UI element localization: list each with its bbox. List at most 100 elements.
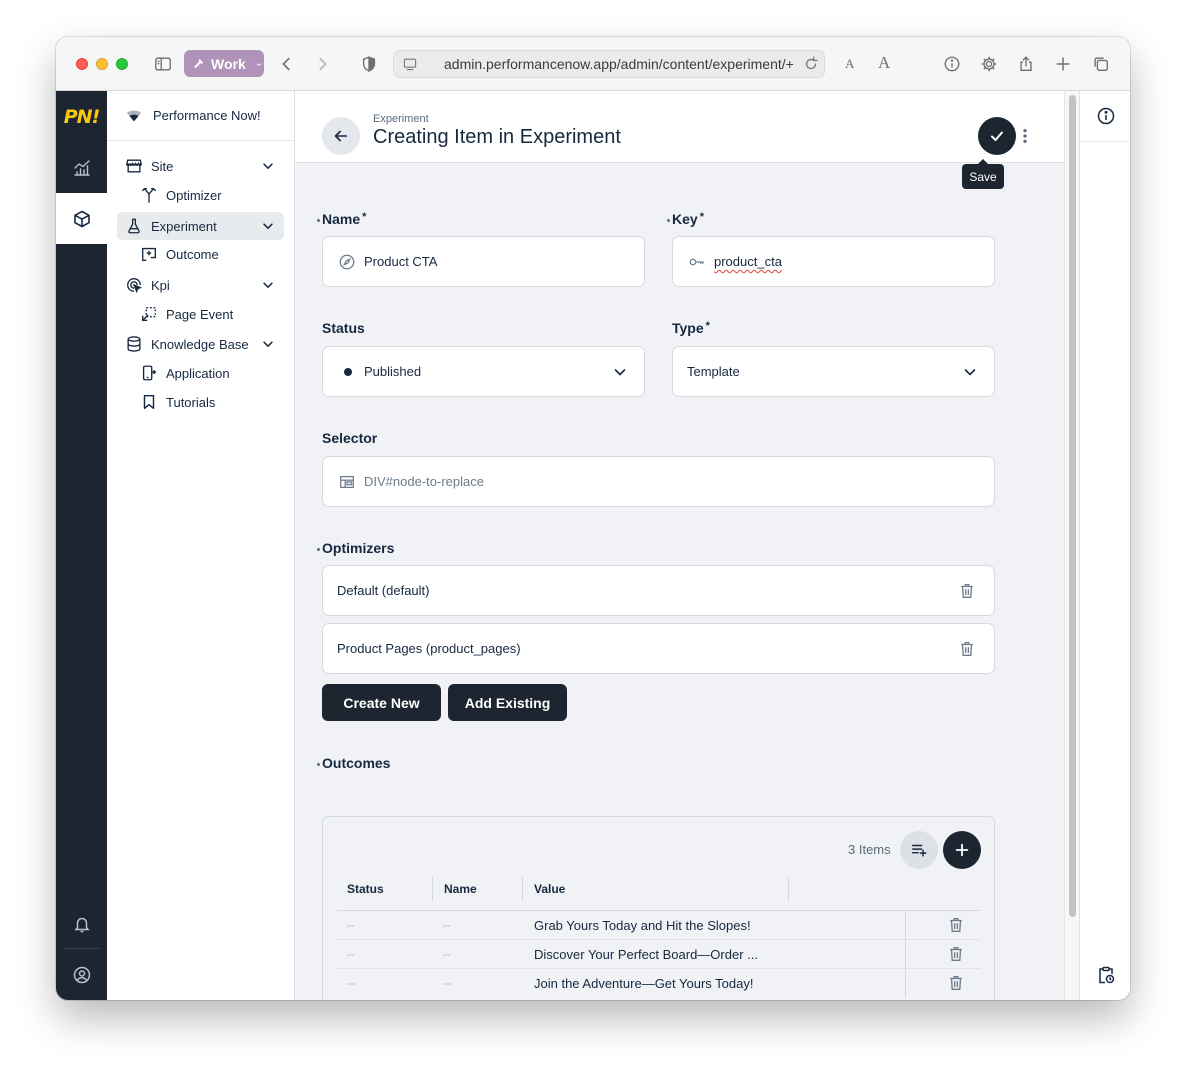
compass-icon	[339, 254, 355, 270]
column-header-status[interactable]: Status	[347, 882, 384, 896]
nav-label: Kpi	[151, 278, 170, 293]
selector-field[interactable]: DIV#node-to-replace	[322, 456, 995, 507]
optimizer-row[interactable]: Default (default)	[322, 565, 995, 616]
nav-item-knowledge-base[interactable]: Knowledge Base	[117, 330, 284, 358]
table-row[interactable]: -- -- Join the Adventure—Get Yours Today…	[337, 969, 981, 998]
cell-name: --	[443, 976, 451, 990]
field-marker	[667, 219, 670, 222]
breadcrumb[interactable]: Experiment	[373, 113, 429, 125]
selector-placeholder: DIV#node-to-replace	[364, 474, 484, 489]
selector-label: Selector	[322, 430, 378, 446]
reload-icon[interactable]	[802, 55, 820, 73]
content-module-button[interactable]	[56, 193, 107, 244]
items-count: 3 Items	[848, 842, 891, 857]
nav-item-application[interactable]: Application	[117, 359, 284, 387]
tab-overview-icon[interactable]	[1089, 52, 1113, 76]
trash-icon[interactable]	[958, 640, 976, 658]
cell-status: --	[347, 976, 355, 990]
trash-icon[interactable]	[947, 916, 965, 934]
status-indicator	[344, 368, 352, 376]
share-icon[interactable]	[1014, 52, 1038, 76]
nav-item-optimizer[interactable]: Optimizer	[117, 181, 284, 209]
nav-item-page-event[interactable]: Page Event	[117, 300, 284, 328]
text-smaller-button[interactable]: A	[845, 56, 854, 72]
shield-icon[interactable]	[357, 52, 381, 76]
url-text: admin.performancenow.app/admin/content/e…	[444, 56, 794, 72]
status-select[interactable]: Published	[322, 346, 645, 397]
text-larger-button[interactable]: A	[878, 53, 890, 73]
chevron-down-icon[interactable]	[261, 278, 275, 292]
nav-label: Application	[166, 366, 230, 381]
chevron-down-icon[interactable]	[261, 337, 275, 351]
save-tooltip: Save	[962, 159, 1004, 189]
column-divider[interactable]	[432, 877, 433, 901]
nav-item-tutorials[interactable]: Tutorials	[117, 388, 284, 416]
column-header-name[interactable]: Name	[444, 882, 477, 896]
column-header-value[interactable]: Value	[534, 882, 565, 896]
cell-status: --	[347, 918, 355, 932]
nav-item-site[interactable]: Site	[117, 152, 284, 180]
nav-label: Experiment	[151, 219, 217, 234]
trash-icon[interactable]	[947, 974, 965, 992]
back-button[interactable]	[322, 117, 360, 155]
chevron-down-icon[interactable]	[261, 219, 275, 233]
nav-label: Optimizer	[166, 188, 222, 203]
new-tab-icon[interactable]	[1051, 52, 1075, 76]
save-button[interactable]	[978, 117, 1016, 155]
info-panel-button[interactable]	[1080, 91, 1130, 142]
scrollbar-thumb[interactable]	[1069, 95, 1076, 917]
column-divider[interactable]	[522, 877, 523, 901]
column-divider[interactable]	[788, 877, 789, 901]
type-value: Template	[687, 364, 740, 379]
status-value: Published	[364, 364, 422, 379]
sidebar-toggle-icon[interactable]	[151, 52, 175, 76]
nav-label: Page Event	[166, 307, 234, 322]
app-logo[interactable]: PN!	[56, 91, 107, 142]
trash-icon[interactable]	[947, 945, 965, 963]
more-options-button[interactable]	[1017, 126, 1033, 146]
nav-item-outcome[interactable]: Outcome	[117, 240, 284, 268]
field-marker	[317, 763, 320, 766]
flask-icon	[128, 218, 140, 234]
trash-icon[interactable]	[958, 582, 976, 600]
mobile-app-icon	[142, 365, 157, 381]
minimize-window-button[interactable]	[96, 58, 108, 70]
insights-module-button[interactable]	[56, 142, 107, 193]
type-select[interactable]: Template	[672, 346, 995, 397]
revisions-button[interactable]	[1080, 949, 1130, 1000]
cell-name: --	[443, 947, 451, 961]
create-new-button[interactable]: Create New	[322, 684, 441, 721]
user-account-button[interactable]	[56, 949, 107, 1000]
layout-icon	[340, 475, 354, 489]
name-field[interactable]: Product CTA	[322, 236, 645, 287]
forward-arrow-icon[interactable]	[310, 52, 334, 76]
module-rail: PN!	[56, 91, 107, 1000]
project-header[interactable]: Performance Now!	[107, 91, 294, 141]
nav-label: Outcome	[166, 247, 219, 262]
nav-label: Tutorials	[166, 395, 216, 410]
table-row[interactable]: -- -- Discover Your Perfect Board—Order …	[337, 940, 981, 969]
chevron-down-icon[interactable]	[261, 159, 275, 173]
zoom-window-button[interactable]	[116, 58, 128, 70]
add-outcome-button[interactable]	[943, 831, 981, 869]
key-field[interactable]: product_cta	[672, 236, 995, 287]
cell-divider	[905, 911, 906, 940]
field-marker	[317, 548, 320, 551]
optimizer-row[interactable]: Product Pages (product_pages)	[322, 623, 995, 674]
profile-pill[interactable]: Work ⌄	[184, 50, 264, 77]
select-existing-button[interactable]	[900, 831, 938, 869]
chart-icon	[73, 159, 90, 176]
back-arrow-icon[interactable]	[275, 52, 299, 76]
cell-status: --	[347, 947, 355, 961]
gear-icon[interactable]	[977, 52, 1001, 76]
chevron-down-icon	[964, 369, 976, 376]
notifications-button[interactable]	[56, 898, 107, 949]
scrollbar[interactable]	[1064, 91, 1079, 1000]
nav-item-experiment[interactable]: Experiment	[117, 212, 284, 240]
table-row[interactable]: -- -- Grab Yours Today and Hit the Slope…	[337, 911, 981, 940]
nav-item-kpi[interactable]: Kpi	[117, 271, 284, 299]
close-window-button[interactable]	[76, 58, 88, 70]
info-icon[interactable]	[940, 52, 964, 76]
address-bar[interactable]: admin.performancenow.app/admin/content/e…	[393, 50, 825, 78]
add-existing-button[interactable]: Add Existing	[448, 684, 567, 721]
